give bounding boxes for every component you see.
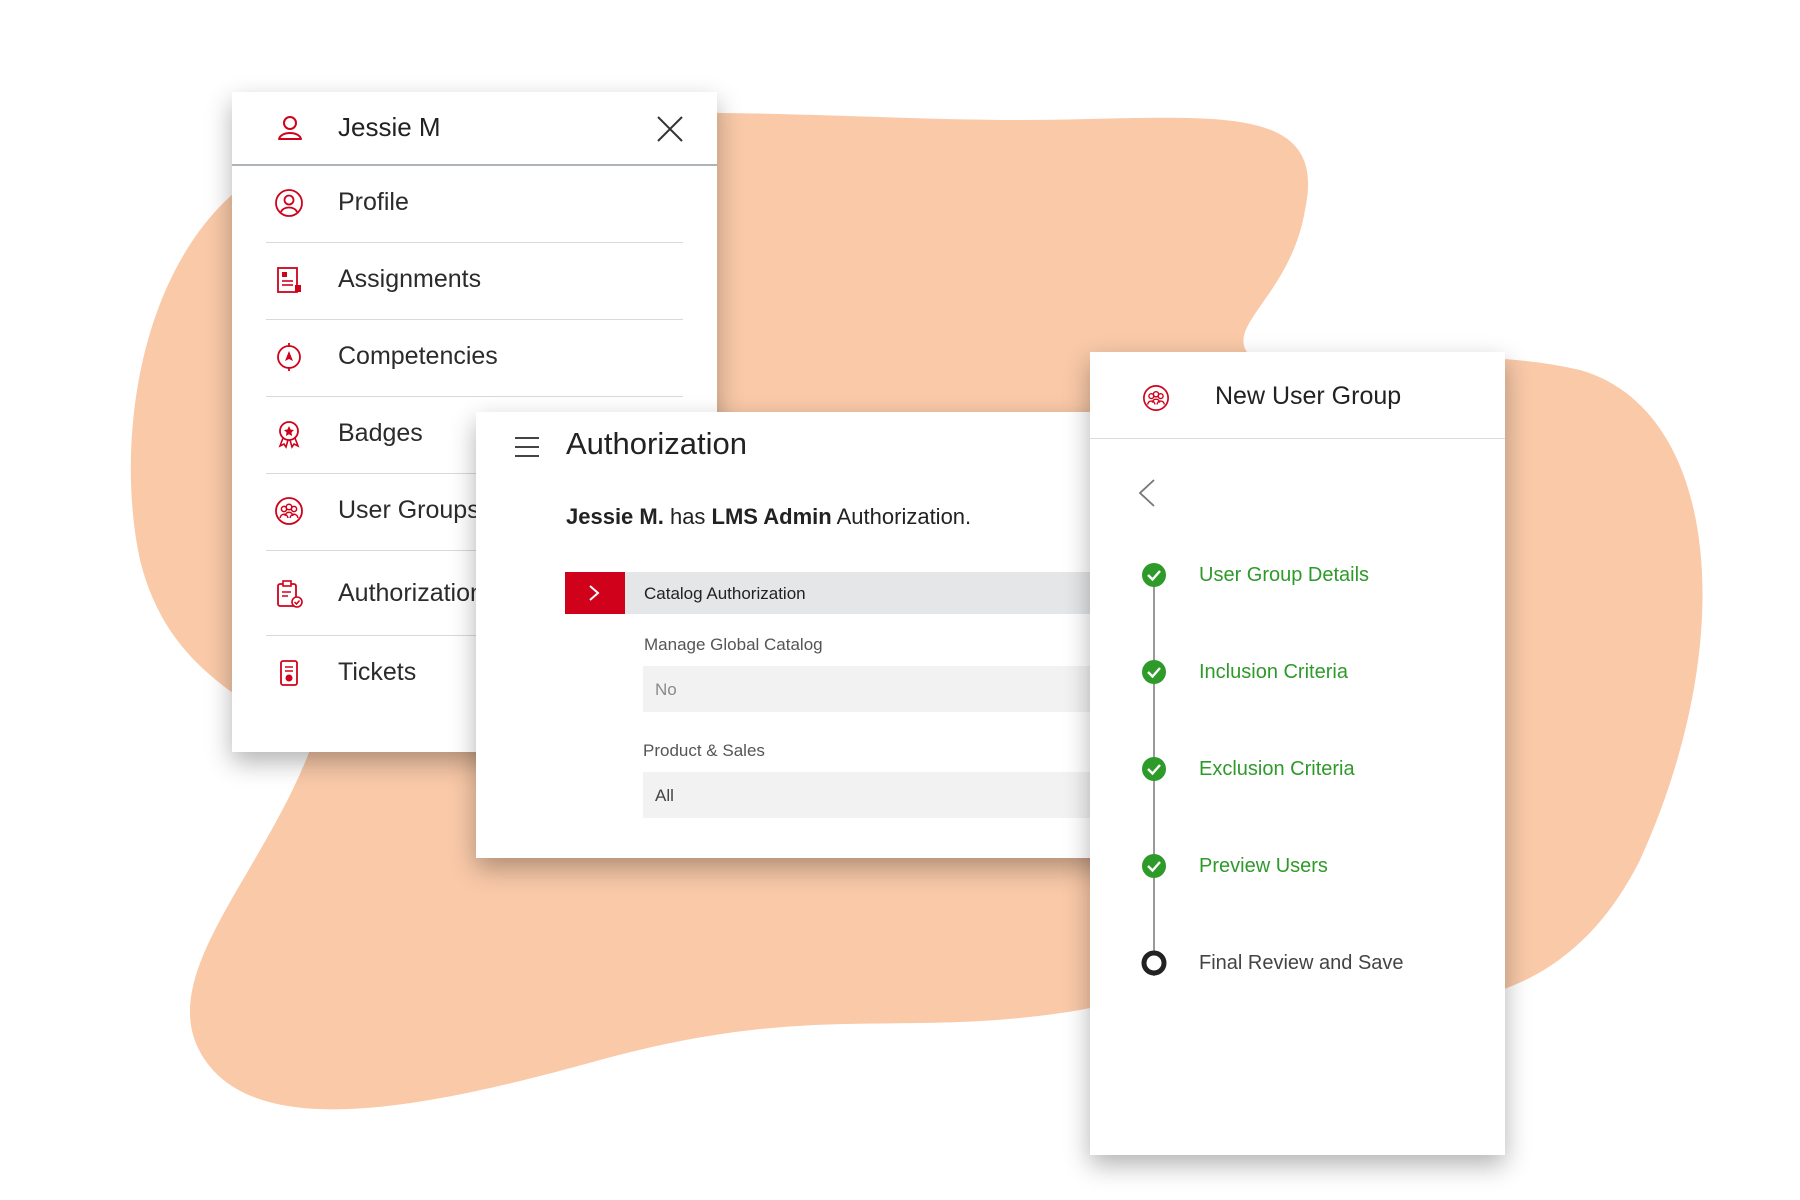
user-name-text: Jessie M. [566,504,664,529]
step-label: Exclusion Criteria [1199,758,1355,780]
new-user-group-panel: New User Group User Group Details Inclus… [1090,352,1505,1155]
current-step-circle-icon [1141,950,1167,976]
product-sales-field[interactable]: All [643,772,1118,818]
authorization-panel: Authorization Jessie M. has LMS Admin Au… [476,412,1118,858]
profile-icon [275,189,303,217]
authorization-title: Authorization [566,426,747,461]
menu-item-label: Tickets [338,658,417,686]
tickets-icon [280,660,298,686]
competencies-icon [277,343,301,371]
assignments-icon [277,267,301,293]
user-name: Jessie M [338,112,441,142]
authorization-message: Jessie M. has LMS Admin Authorization. [566,504,971,530]
user-icon [278,116,302,140]
menu-item-label: Profile [338,188,409,216]
check-circle-icon [1142,854,1166,878]
close-icon[interactable] [655,114,685,144]
field-value: No [655,680,677,699]
chevron-right-icon [589,585,600,601]
authorizations-icon [277,580,303,608]
user-menu-header: Jessie M [232,92,717,166]
user-groups-icon [1143,385,1169,411]
product-sales-label: Product & Sales [643,741,765,760]
new-user-group-title: New User Group [1215,382,1402,410]
menu-item-label: Assignments [338,265,482,293]
check-circle-icon [1142,563,1166,587]
authorization-header: Authorization [476,412,1118,482]
menu-item-label: Authorizations [338,579,497,607]
expand-section-button[interactable] [565,572,625,614]
badge-icon [278,421,300,449]
new-user-group-header: New User Group [1090,352,1505,439]
menu-item-label: Badges [338,419,423,447]
section-label: Catalog Authorization [644,584,806,603]
message-has-text: has [663,504,712,529]
menu-item-assignments[interactable]: Assignments [266,243,683,320]
back-arrow-icon[interactable] [1136,478,1158,508]
step-label: Inclusion Criteria [1199,661,1348,683]
step-label: Preview Users [1199,855,1328,877]
check-circle-icon [1142,660,1166,684]
menu-item-label: Competencies [338,342,498,370]
field-value: All [655,786,674,805]
manage-global-catalog-label: Manage Global Catalog [644,635,823,654]
step-label: Final Review and Save [1199,952,1404,974]
menu-item-competencies[interactable]: Competencies [266,320,683,397]
menu-item-profile[interactable]: Profile [266,166,683,243]
step-label: User Group Details [1199,564,1370,586]
menu-item-label: User Groups [338,496,480,524]
hamburger-menu-icon[interactable] [514,434,540,460]
role-text: LMS Admin [711,504,832,529]
check-circle-icon [1142,757,1166,781]
user-groups-icon [275,497,303,525]
manage-global-catalog-field[interactable]: No [643,666,1118,712]
message-suffix-text: Authorization. [831,504,972,529]
catalog-authorization-section[interactable]: Catalog Authorization [565,572,1118,614]
